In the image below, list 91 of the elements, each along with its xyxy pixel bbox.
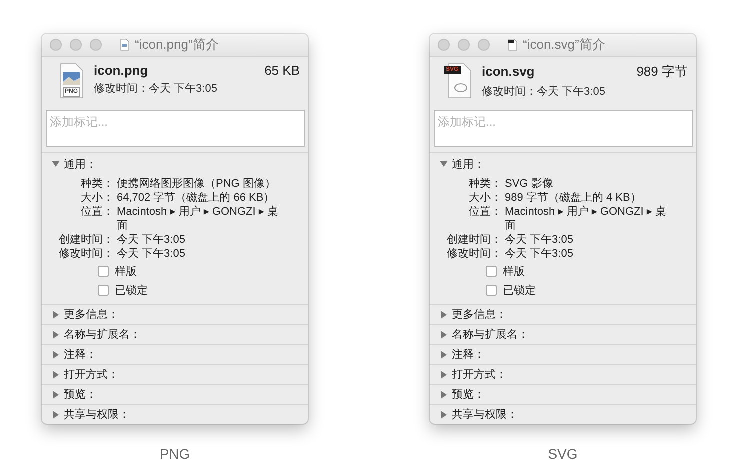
section-toggle[interactable]: 更多信息： [42, 305, 308, 325]
general-section-toggle[interactable]: 通用： [42, 156, 308, 172]
field-value: 今天 下午3:05 [505, 233, 574, 247]
file-name: icon.svg [482, 64, 535, 79]
file-icon [444, 63, 474, 99]
checkbox-label: 已锁定 [503, 284, 536, 298]
field-label: 位置： [468, 205, 502, 220]
field-label: 创建时间： [58, 233, 114, 247]
field-value: 便携网络图形图像（PNG 图像） [117, 177, 277, 191]
section-label: 共享与权限： [452, 408, 518, 422]
disclosure-triangle-icon [440, 160, 448, 168]
field-value: 989 字节（磁盘上的 4 KB） [505, 191, 642, 205]
disclosure-triangle-icon [52, 390, 60, 398]
section-label: 更多信息： [452, 308, 507, 322]
field-value: 今天 下午3:05 [117, 233, 186, 247]
modified-time: 修改时间：今天 下午3:05 [94, 82, 218, 96]
field-label: 种类： [80, 177, 114, 191]
disclosure-triangle-icon [52, 370, 60, 378]
caption: SVG [548, 446, 578, 462]
file-name: icon.png [94, 63, 148, 78]
checkbox[interactable] [486, 285, 497, 296]
modified-time: 修改时间：今天 下午3:05 [482, 85, 606, 99]
section-label: 预览： [452, 388, 485, 402]
section-toggle[interactable]: 名称与扩展名： [430, 325, 696, 345]
checkbox[interactable] [98, 266, 109, 277]
zoom-button[interactable] [478, 39, 490, 51]
field-label: 种类： [468, 177, 502, 191]
document-icon [508, 39, 518, 51]
section-toggle[interactable]: 名称与扩展名： [42, 325, 308, 345]
section-label: 注释： [64, 348, 97, 362]
disclosure-triangle-icon [440, 350, 448, 358]
tags-field[interactable]: 添加标记... [46, 110, 305, 147]
section-label: 名称与扩展名： [452, 328, 529, 342]
disclosure-triangle-icon [440, 330, 448, 338]
general-section-toggle[interactable]: 通用： [430, 156, 696, 172]
section-toggle[interactable]: 打开方式： [42, 365, 308, 385]
disclosure-triangle-icon [440, 310, 448, 318]
disclosure-triangle-icon [52, 310, 60, 318]
field-value: 今天 下午3:05 [505, 247, 574, 261]
section-label: 预览： [64, 388, 97, 402]
window-title: “icon.svg”简介 [523, 36, 606, 54]
section-label: 通用： [64, 158, 97, 172]
section-toggle[interactable]: 预览： [42, 385, 308, 405]
disclosure-triangle-icon [52, 330, 60, 338]
checkbox-label: 已锁定 [115, 284, 148, 298]
field-label: 创建时间： [446, 233, 502, 247]
checkbox-label: 样版 [115, 265, 137, 279]
section-toggle[interactable]: 注释： [42, 345, 308, 365]
field-label: 修改时间： [446, 247, 502, 261]
field-value: 64,702 字节（磁盘上的 66 KB） [117, 191, 276, 205]
field-label: 大小： [80, 191, 114, 205]
section-toggle[interactable]: 注释： [430, 345, 696, 365]
zoom-button[interactable] [90, 39, 102, 51]
section-toggle[interactable]: 共享与权限： [430, 405, 696, 424]
disclosure-triangle-icon [52, 160, 60, 168]
minimize-button[interactable] [458, 39, 470, 51]
minimize-button[interactable] [70, 39, 82, 51]
disclosure-triangle-icon [440, 370, 448, 378]
close-button[interactable] [50, 39, 62, 51]
section-label: 打开方式： [452, 368, 507, 382]
field-value: SVG 影像 [505, 177, 554, 191]
file-size: 65 KB [264, 63, 300, 78]
disclosure-triangle-icon [440, 390, 448, 398]
field-value: Macintosh ▸ 用户 ▸ GONGZI ▸ 桌面 [117, 205, 280, 233]
disclosure-triangle-icon [52, 350, 60, 358]
field-label: 修改时间： [58, 247, 114, 261]
tags-field[interactable]: 添加标记... [434, 110, 693, 147]
document-icon [120, 39, 130, 51]
field-label: 大小： [468, 191, 502, 205]
section-label: 打开方式： [64, 368, 119, 382]
disclosure-triangle-icon [52, 410, 60, 418]
close-button[interactable] [438, 39, 450, 51]
field-label: 位置： [80, 205, 114, 220]
window-title: “icon.png”简介 [135, 36, 219, 54]
field-value: Macintosh ▸ 用户 ▸ GONGZI ▸ 桌面 [505, 205, 668, 233]
section-label: 注释： [452, 348, 485, 362]
caption: PNG [160, 446, 190, 462]
section-toggle[interactable]: 更多信息： [430, 305, 696, 325]
section-toggle[interactable]: 共享与权限： [42, 405, 308, 424]
section-label: 共享与权限： [64, 408, 130, 422]
checkbox[interactable] [98, 285, 109, 296]
section-label: 通用： [452, 158, 485, 172]
section-toggle[interactable]: 打开方式： [430, 365, 696, 385]
file-size: 989 字节 [636, 63, 688, 81]
disclosure-triangle-icon [440, 410, 448, 418]
section-toggle[interactable]: 预览： [430, 385, 696, 405]
checkbox-label: 样版 [503, 265, 525, 279]
section-label: 名称与扩展名： [64, 328, 141, 342]
section-label: 更多信息： [64, 308, 119, 322]
checkbox[interactable] [486, 266, 497, 277]
field-value: 今天 下午3:05 [117, 247, 186, 261]
